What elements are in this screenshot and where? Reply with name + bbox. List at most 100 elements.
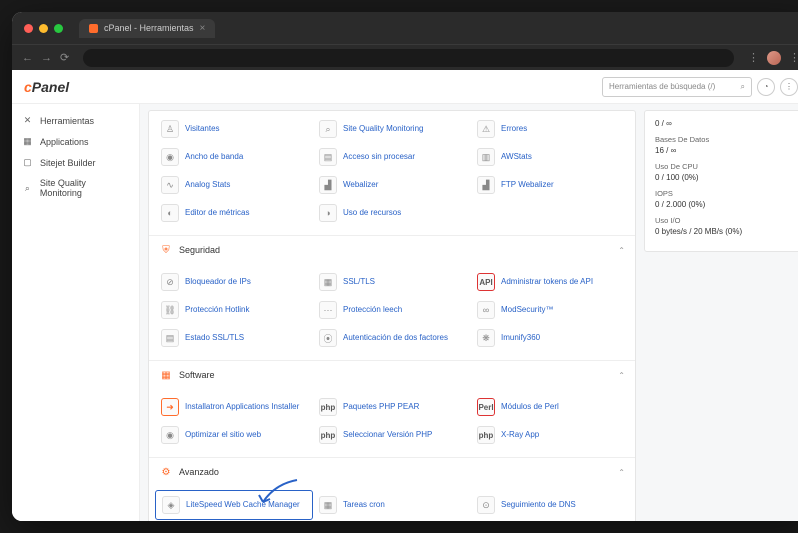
maximize-window-icon[interactable]: [54, 24, 63, 33]
grid-icon: ▦: [22, 136, 33, 147]
main-content: ♙Visitantes⌕Site Quality Monitoring⚠Erro…: [140, 104, 798, 521]
tool-label: Visitantes: [185, 124, 220, 134]
imunify-icon: ❋: [477, 329, 495, 347]
tool-advanced-1[interactable]: ▦ Tareas cron: [313, 490, 471, 520]
stat-label: IOPS: [655, 189, 791, 198]
sidebar-item-tools[interactable]: ✕Herramientas: [12, 110, 139, 131]
tool-metrics-7[interactable]: ▟Webalizer: [313, 171, 471, 199]
tools-grid-metrics: ♙Visitantes⌕Site Quality Monitoring⚠Erro…: [149, 111, 635, 235]
tool-security-8[interactable]: ❋Imunify360: [471, 324, 629, 352]
tool-security-7[interactable]: ⦿Autenticación de dos factores: [313, 324, 471, 352]
sidebar-item-applications[interactable]: ▦Applications: [12, 131, 139, 152]
tool-software-3[interactable]: ◉Optimizar el sitio web: [155, 421, 313, 449]
section-header-software[interactable]: ▦Software⌃: [149, 360, 635, 389]
tool-metrics-9[interactable]: ◐Editor de métricas: [155, 199, 313, 227]
tool-security-3[interactable]: ⛓Protección Hotlink: [155, 296, 313, 324]
user-menu-button[interactable]: ⋮: [780, 78, 798, 96]
address-input[interactable]: [83, 49, 734, 67]
search-placeholder: Herramientas de búsqueda (/): [609, 82, 715, 91]
tool-label: X-Ray App: [501, 430, 539, 440]
back-icon[interactable]: ←: [22, 52, 33, 64]
tool-metrics-6[interactable]: ∿Analog Stats: [155, 171, 313, 199]
tool-security-1[interactable]: ▦SSL/TLS: [313, 268, 471, 296]
tool-security-5[interactable]: ∞ModSecurity™: [471, 296, 629, 324]
tool-metrics-10[interactable]: ◑Uso de recursos: [313, 199, 471, 227]
tool-software-4[interactable]: phpSeleccionar Versión PHP: [313, 421, 471, 449]
tool-metrics-2[interactable]: ⚠Errores: [471, 115, 629, 143]
tools-grid-advanced: ◈LiteSpeed Web Cache Manager▦Tareas cron…: [149, 486, 635, 521]
perl-icon: Perl: [477, 398, 495, 416]
tool-label: Seleccionar Versión PHP: [343, 430, 432, 440]
gauge-alt-icon: ◑: [319, 204, 337, 222]
xray-icon: php: [477, 426, 495, 444]
sidebar: ✕Herramientas ▦Applications ▢Sitejet Bui…: [12, 104, 140, 521]
disc-icon: ◉: [161, 148, 179, 166]
tool-security-0[interactable]: ⊘Bloqueador de IPs: [155, 268, 313, 296]
tool-metrics-0[interactable]: ♙Visitantes: [155, 115, 313, 143]
sidebar-item-quality[interactable]: ⌕Site Quality Monitoring: [12, 173, 139, 203]
alert-icon: ⚠: [477, 120, 495, 138]
cron-icon: ▦: [319, 496, 337, 514]
tool-metrics-4[interactable]: ▤Acceso sin procesar: [313, 143, 471, 171]
browser-tab[interactable]: cPanel - Herramientas ×: [79, 19, 215, 38]
stats-column: 0 / ∞Bases De Datos16 / ∞Uso De CPU0 / 1…: [644, 110, 798, 252]
dns-icon: ⊙: [477, 496, 495, 514]
tool-metrics-8[interactable]: ▟FTP Webalizer: [471, 171, 629, 199]
tool-advanced-2[interactable]: ⊙ Seguimiento de DNS: [471, 490, 629, 520]
tool-metrics-5[interactable]: ▥ AWStats: [471, 143, 629, 171]
wave-icon: ∿: [161, 176, 179, 194]
bar-icon: ▥: [477, 148, 495, 166]
stat-value: 0 / ∞: [655, 119, 791, 128]
tool-label: AWStats: [501, 152, 532, 162]
minimize-window-icon[interactable]: [39, 24, 48, 33]
tool-security-4[interactable]: ···Protección leech: [313, 296, 471, 324]
tools-grid-security: ⊘Bloqueador de IPs▦SSL/TLSAPIAdministrar…: [149, 264, 635, 360]
section-header-security[interactable]: ⛨Seguridad⌃: [149, 235, 635, 264]
tab-close-icon[interactable]: ×: [200, 23, 206, 34]
url-bar: ← → ⟳ ⋮ ⋮: [12, 44, 798, 70]
chevron-up-icon: ⌃: [618, 468, 625, 477]
mod-icon: ∞: [477, 301, 495, 319]
tool-metrics-1[interactable]: ⌕Site Quality Monitoring: [313, 115, 471, 143]
sw-icon: ▦: [159, 368, 173, 382]
tool-security-6[interactable]: ▤Estado SSL/TLS: [155, 324, 313, 352]
tool-software-0[interactable]: ➜Installatron Applications Installer: [155, 393, 313, 421]
tool-label: Seguimiento de DNS: [501, 500, 576, 510]
app-body: ✕Herramientas ▦Applications ▢Sitejet Bui…: [12, 104, 798, 521]
browser-window: cPanel - Herramientas × ← → ⟳ ⋮ ⋮ cPanel…: [12, 12, 798, 521]
tool-advanced-3[interactable]: ▤Índices: [155, 520, 313, 521]
tool-label: Estado SSL/TLS: [185, 333, 244, 343]
section-header-advanced[interactable]: ⚙Avanzado⌃: [149, 457, 635, 486]
tool-software-5[interactable]: php X-Ray App: [471, 421, 629, 449]
tool-software-2[interactable]: PerlMódulos de Perl: [471, 393, 629, 421]
close-window-icon[interactable]: [24, 24, 33, 33]
stat-value: 0 / 100 (0%): [655, 173, 791, 182]
tool-metrics-3[interactable]: ◉ Ancho de banda: [155, 143, 313, 171]
tool-advanced-5[interactable]: ✎Controladores de Apache: [471, 520, 629, 521]
stat-value: 0 bytes/s / 20 MB/s (0%): [655, 227, 791, 236]
search-icon: ⌕: [741, 82, 745, 92]
profile-avatar-icon[interactable]: [767, 51, 781, 65]
stat-row: Uso De CPU 0 / 100 (0%): [655, 162, 791, 182]
forward-icon[interactable]: →: [41, 52, 52, 64]
search-input[interactable]: Herramientas de búsqueda (/) ⌕: [602, 77, 752, 97]
tool-label: Protección Hotlink: [185, 305, 249, 315]
tools-panel: ♙Visitantes⌕Site Quality Monitoring⚠Erro…: [148, 110, 636, 521]
tool-label: Acceso sin procesar: [343, 152, 415, 162]
sidebar-item-sitejet[interactable]: ▢Sitejet Builder: [12, 152, 139, 173]
extensions-icon[interactable]: ⋮: [748, 51, 759, 64]
notifications-button[interactable]: ◔: [757, 78, 775, 96]
tool-label: Tareas cron: [343, 500, 385, 510]
stat-label: Uso De CPU: [655, 162, 791, 171]
tool-security-2[interactable]: APIAdministrar tokens de API: [471, 268, 629, 296]
sidebar-item-label: Herramientas: [40, 116, 94, 126]
tool-label: Ancho de banda: [185, 152, 243, 162]
tool-advanced-4[interactable]: ▤Páginas de error: [313, 520, 471, 521]
stat-label: Bases De Datos: [655, 135, 791, 144]
tool-label: Administrar tokens de API: [501, 277, 593, 287]
menu-icon[interactable]: ⋮: [789, 51, 798, 64]
reload-icon[interactable]: ⟳: [60, 51, 69, 64]
stat-label: Uso I/O: [655, 216, 791, 225]
tool-software-1[interactable]: phpPaquetes PHP PEAR: [313, 393, 471, 421]
opt-icon: ◉: [161, 426, 179, 444]
